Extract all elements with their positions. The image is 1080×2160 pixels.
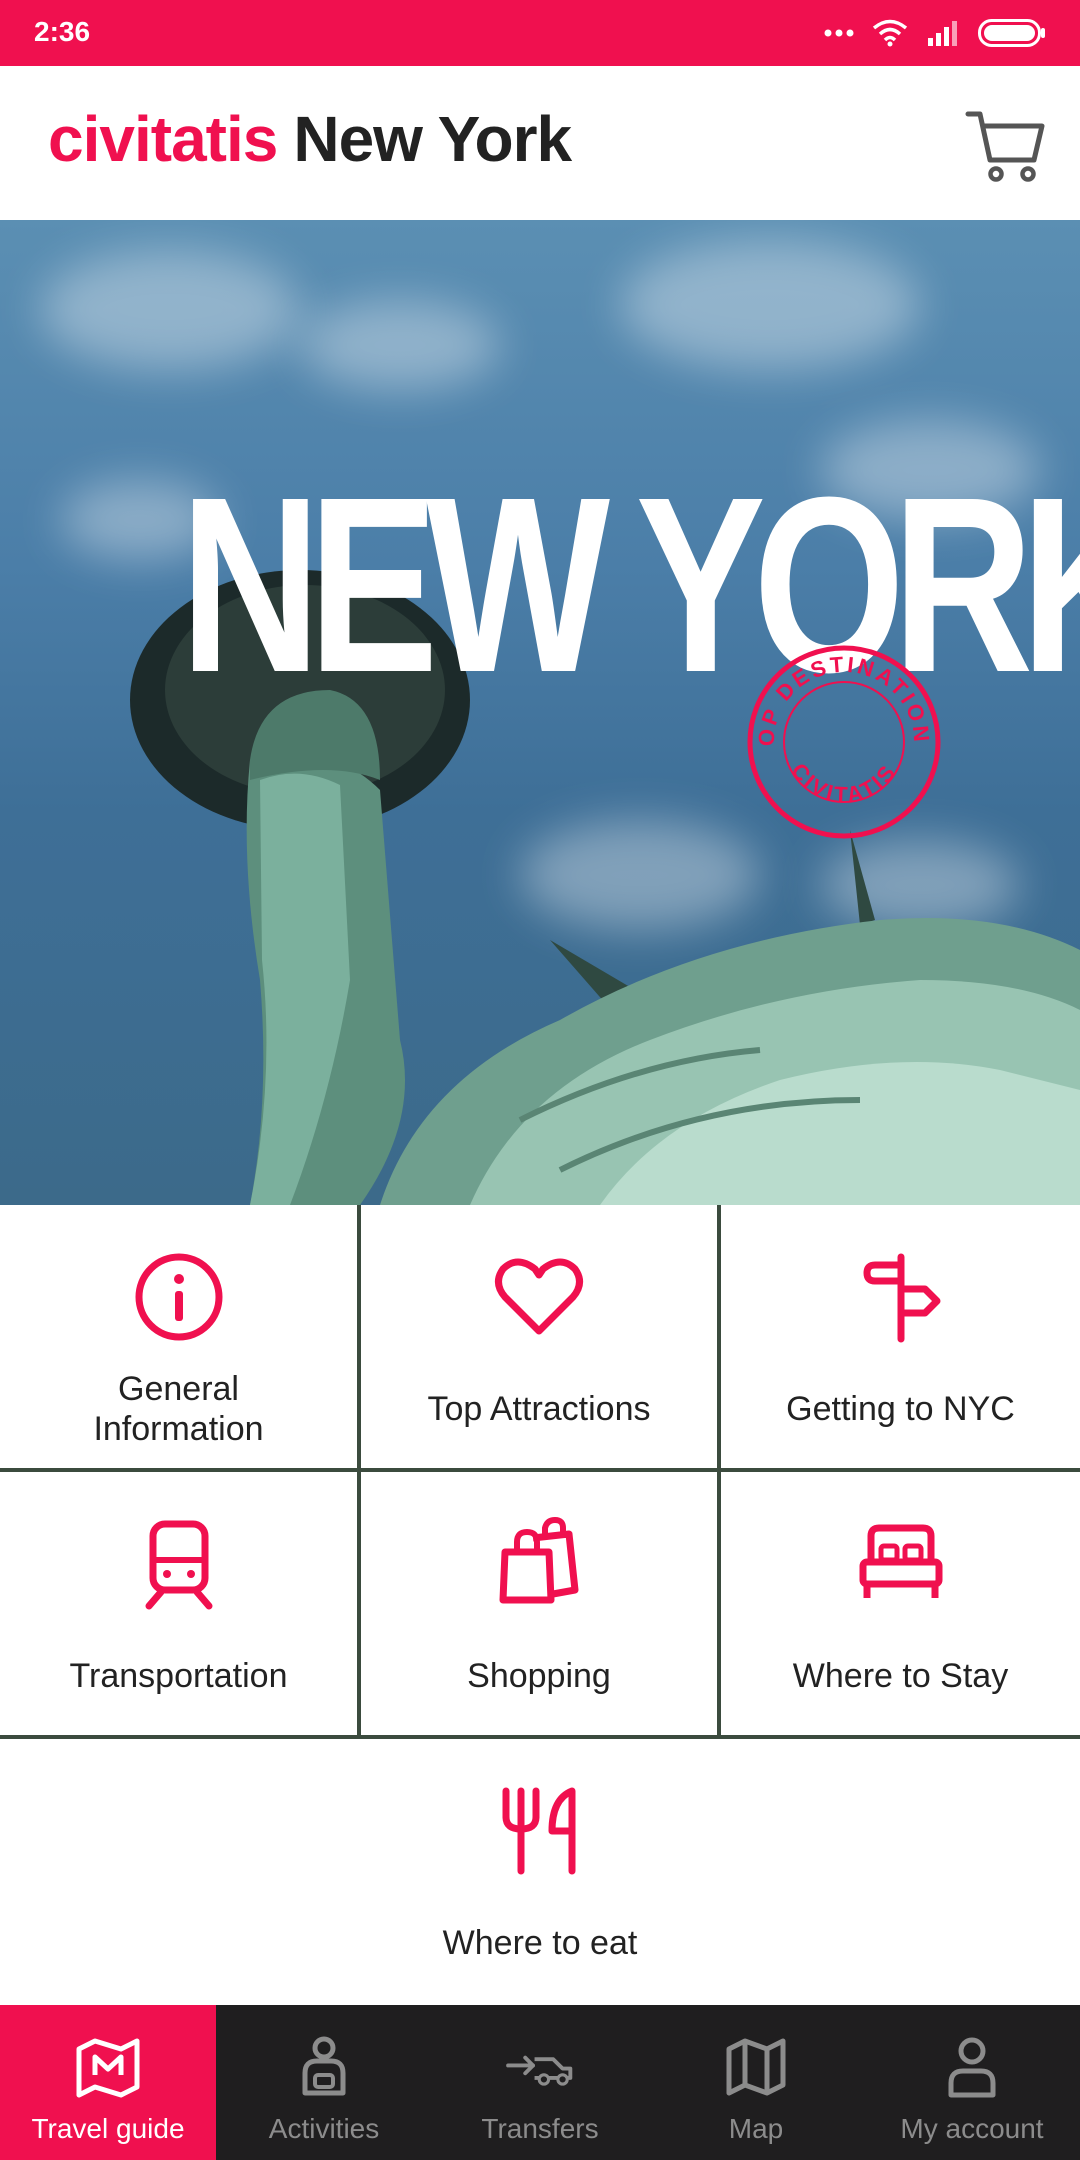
cutlery-icon: [492, 1783, 588, 1879]
status-time: 2:36: [34, 16, 91, 47]
svg-text:CIVITATIS: CIVITATIS: [786, 758, 901, 807]
train-icon: [131, 1516, 227, 1612]
cart-button[interactable]: [964, 104, 1046, 186]
badge-top-text: TOP DESTINATIONS: [744, 642, 931, 747]
menu-item-label: Where to eat: [442, 1924, 638, 1962]
city-name: New York: [293, 103, 572, 175]
map-pin-icon: [73, 2035, 143, 2099]
svg-text:TOP DESTINATIONS: TOP DESTINATIONS: [744, 642, 934, 747]
nav-item-map[interactable]: Map: [648, 2005, 864, 2160]
menu-item-where-to-eat[interactable]: Where to eat: [0, 1739, 1080, 2005]
badge-bottom-text: CIVITATIS: [786, 758, 898, 807]
menu-item-label: Getting to NYC: [786, 1390, 1015, 1428]
nav-label: Map: [728, 2113, 784, 2144]
signal-icon: [928, 21, 957, 46]
status-icons: [824, 16, 1046, 50]
heart-icon: [491, 1249, 587, 1345]
bottom-nav: Travel guide Activities Transfers Map My…: [0, 2005, 1080, 2160]
menu-item-label: Where to Stay: [792, 1657, 1009, 1695]
cart-icon: [965, 111, 1045, 182]
brand-title: civitatis New York: [48, 102, 572, 176]
menu-item-shopping[interactable]: Shopping: [361, 1472, 717, 1735]
menu-item-label: Top Attractions: [427, 1390, 651, 1428]
user-icon: [937, 2035, 1007, 2099]
menu-item-label: General Information: [93, 1370, 264, 1448]
nav-item-travel-guide[interactable]: Travel guide: [0, 2005, 216, 2160]
app-header: civitatis New York: [0, 66, 1080, 220]
nav-label: Transfers: [481, 2113, 599, 2144]
signpost-icon: [853, 1249, 949, 1345]
menu-grid: General Information Top Attractions Gett…: [0, 1205, 1080, 2005]
menu-item-general-information[interactable]: General Information: [0, 1205, 357, 1468]
shopping-bag-icon: [491, 1516, 587, 1612]
hero-title: NEW YORK: [180, 445, 1080, 724]
menu-item-label: Shopping: [467, 1657, 611, 1695]
nav-item-my-account[interactable]: My account: [864, 2005, 1080, 2160]
menu-item-where-to-stay[interactable]: Where to Stay: [721, 1472, 1080, 1735]
menu-item-transportation[interactable]: Transportation: [0, 1472, 357, 1735]
battery-icon: [978, 19, 1045, 47]
nav-label: Activities: [268, 2113, 380, 2144]
bed-icon: [853, 1516, 949, 1612]
menu-item-getting-to-nyc[interactable]: Getting to NYC: [721, 1205, 1080, 1468]
more-dots-icon: [824, 29, 854, 37]
top-destinations-badge: TOP DESTINATIONS CIVITATIS: [744, 642, 941, 839]
menu-item-top-attractions[interactable]: Top Attractions: [361, 1205, 717, 1468]
nav-item-activities[interactable]: Activities: [216, 2005, 432, 2160]
map-icon: [721, 2035, 791, 2099]
car-icon: [505, 2035, 575, 2099]
nav-item-transfers[interactable]: Transfers: [432, 2005, 648, 2160]
wifi-icon: [872, 19, 908, 47]
status-bar: 2:36: [0, 0, 1080, 66]
nav-label: My account: [900, 2113, 1044, 2144]
nav-label: Travel guide: [31, 2113, 185, 2144]
info-icon: [131, 1249, 227, 1345]
hero-image: NEW YORK TOP DESTINATIONS CIVITATIS: [0, 220, 1080, 1205]
civitatis-logo: civitatis: [48, 103, 278, 175]
activities-icon: [289, 2035, 359, 2099]
menu-item-label: Transportation: [69, 1657, 288, 1695]
